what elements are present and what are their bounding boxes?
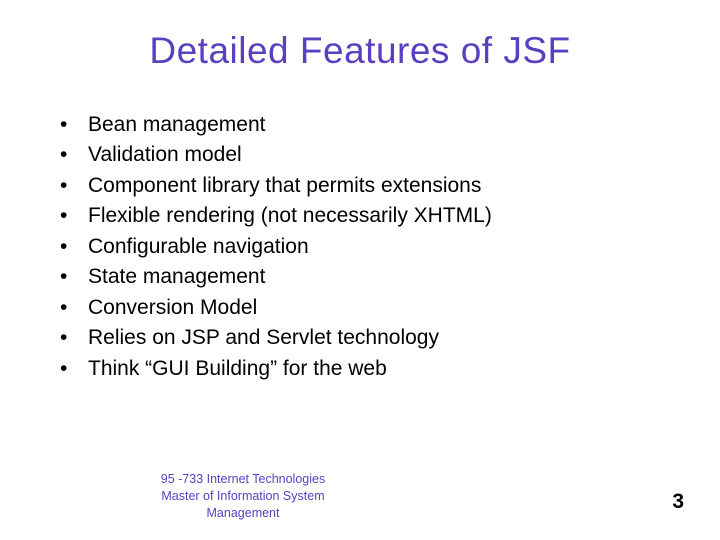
list-item: Validation model [60,140,670,170]
footer: 95 -733 Internet Technologies Master of … [0,471,720,522]
list-item: State management [60,262,670,292]
list-item: Conversion Model [60,293,670,323]
list-item: Bean management [60,110,670,140]
footer-line-2: Master of Information System Management [128,488,358,522]
footer-text: 95 -733 Internet Technologies Master of … [128,471,358,522]
page-number: 3 [672,490,684,514]
footer-line-1: 95 -733 Internet Technologies [128,471,358,488]
list-item: Component library that permits extension… [60,171,670,201]
slide-title: Detailed Features of JSF [50,30,670,72]
list-item: Relies on JSP and Servlet technology [60,323,670,353]
bullet-list: Bean management Validation model Compone… [50,110,670,384]
list-item: Think “GUI Building” for the web [60,354,670,384]
slide: Detailed Features of JSF Bean management… [0,0,720,540]
list-item: Configurable navigation [60,232,670,262]
list-item: Flexible rendering (not necessarily XHTM… [60,201,670,231]
